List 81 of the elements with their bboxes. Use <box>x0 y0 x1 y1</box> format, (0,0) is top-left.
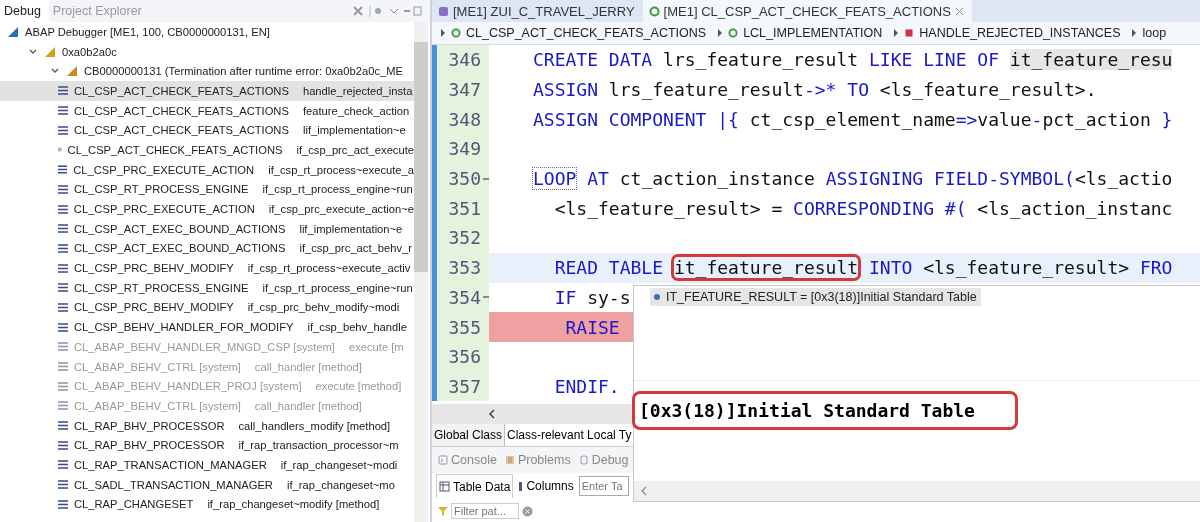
stack-frame-item[interactable]: CL_CSP_RT_PROCESS_ENGINE if_csp_rt_process_engine~run <box>0 179 414 200</box>
clear-icon[interactable] <box>522 505 533 517</box>
line-number: 354 <box>447 286 482 308</box>
line-number: 351 <box>447 197 482 219</box>
stack-frame-item[interactable]: CL_CSP_ACT_CHECK_FEATS_ACTIONS handle_rejected_insta <box>0 81 414 101</box>
line-number: 353 <box>447 257 482 279</box>
code-line: LOOP AT ct_action_instance ASSIGNING FIELD-SYMBOL(<ls_actio <box>533 168 1173 190</box>
class-icon <box>648 5 660 17</box>
line-number: 348 <box>447 108 482 130</box>
tree-node-label[interactable]: CB0000000131 (Termination after runtime error: 0xa0b2a0c_ME <box>84 65 404 78</box>
code-line: IF sy-s <box>553 286 631 308</box>
breadcrumb-separator-icon <box>440 29 446 37</box>
stack-frame-item[interactable]: CL_CSP_PRC_EXECUTE_ACTION if_csp_rt_process~execute_a <box>0 159 414 180</box>
tree-node-label[interactable]: ABAP Debugger [ME1, 100, CB0000000131, EN] <box>25 25 270 38</box>
console-icon <box>438 455 448 466</box>
bug-icon <box>578 455 589 466</box>
problems-icon <box>504 455 515 466</box>
class-tab[interactable]: Global Class <box>432 424 506 447</box>
line-number: 355 <box>447 316 482 338</box>
line-number: 352 <box>447 227 482 249</box>
breadcrumb-item[interactable]: LCL_IMPLEMENTATION <box>743 26 883 40</box>
line-number: 347 <box>447 79 482 101</box>
table-name-field[interactable]: Enter Ta <box>578 476 629 497</box>
stack-frame-item[interactable]: CL_CSP_PRC_BEHV_MODIFY if_csp_rt_process~execute_activ <box>0 258 414 278</box>
view-toolbar-icon[interactable] <box>352 4 422 18</box>
code-line: ASSIGN COMPONENT |{ ct_csp_element_name=>value-pct_action } <box>533 108 1173 130</box>
line-number: 349 <box>447 138 482 160</box>
stack-frame-item[interactable]: CL_CSP_ACT_EXEC_BOUND_ACTIONS if_csp_prc_act_behv_r <box>0 238 414 259</box>
code-line: ASSIGN lrs_feature_result->* TO <ls_feature_result>. <box>533 79 1097 101</box>
code-line: CREATE DATA lrs_feature_result LIKE LINE OF it_feature_resu <box>533 49 1173 71</box>
breadcrumb-separator-icon <box>893 29 900 37</box>
stack-frame-item[interactable]: CL_RAP_BHV_PROCESSOR call_handlers_modify [method] <box>0 415 414 436</box>
stack-frame-item[interactable]: CL_RAP_TRANSACTION_MANAGER if_rap_changeset~modi <box>0 455 414 475</box>
scroll-left-icon[interactable] <box>488 409 496 420</box>
view-tab[interactable]: Debug <box>0 0 49 22</box>
breadcrumb-item[interactable]: loop <box>1142 26 1167 40</box>
variable-value-item[interactable]: IT_FEATURE_RESULT = [0x3(18)]Initial Standard Table <box>650 288 981 306</box>
stack-frame-item[interactable]: CL_CSP_ACT_CHECK_FEATS_ACTIONS if_csp_prc_act_execute <box>0 140 414 160</box>
stack-frame-item[interactable]: CL_SADL_TRANSACTION_MANAGER if_rap_changeset~mo <box>0 474 414 495</box>
panel-subtab[interactable]: Columns <box>516 474 576 499</box>
code-line: ENDIF. <box>553 375 620 397</box>
code-line: RAISE <box>564 316 620 338</box>
stack-frame-item[interactable]: CL_RAP_BHV_PROCESSOR if_rap_transaction_processor~m <box>0 435 414 456</box>
line-number: 356 <box>447 346 482 368</box>
filter-field[interactable]: Filter pat... <box>451 503 519 520</box>
behavior-icon <box>438 5 449 17</box>
column-icon <box>518 480 524 492</box>
method-icon <box>904 28 915 38</box>
code-line: <ls_feature_result> = CORRESPONDING #( <ls_action_instanc <box>553 197 1173 219</box>
stack-frame-item[interactable]: CL_CSP_PRC_BEHV_MODIFY if_csp_prc_behv_modify~modi <box>0 297 414 318</box>
stack-frame-item[interactable]: CL_CSP_BEHV_HANDLER_FOR_MODIFY if_csp_behv_handle <box>0 317 414 337</box>
editor-tab[interactable]: [ME1] CL_CSP_ACT_CHECK_FEATS_ACTIONS <box>642 0 972 22</box>
stack-frame-item[interactable]: CL_CSP_ACT_EXEC_BOUND_ACTIONS lif_implementation~e <box>0 218 414 239</box>
scrollbar[interactable] <box>634 481 1200 501</box>
line-number: 350 <box>447 168 482 190</box>
variable-value-text: [0x3(18)]Initial Standard Table <box>632 391 1018 430</box>
editor-tab[interactable]: [ME1] ZUI_C_TRAVEL_JERRY <box>432 0 643 22</box>
class-icon <box>728 28 739 38</box>
breadcrumb-item[interactable]: HANDLE_REJECTED_INSTANCES <box>919 26 1121 40</box>
table-icon <box>439 481 450 493</box>
variable-icon <box>654 294 660 300</box>
breadcrumb-item[interactable]: CL_CSP_ACT_CHECK_FEATS_ACTIONS <box>466 26 707 40</box>
line-number: 346 <box>447 49 482 71</box>
breadcrumb-separator-icon <box>717 29 724 37</box>
scrollbar[interactable] <box>414 22 428 522</box>
code-line: READ TABLE it_feature_result INTO <ls_feature_result> FRO <box>533 257 1173 279</box>
stack-frame-item[interactable]: CL_CSP_ACT_CHECK_FEATS_ACTIONS lif_implementation~e <box>0 120 414 141</box>
panel-subtab[interactable]: Table Data <box>436 474 514 499</box>
close-icon[interactable] <box>954 6 964 16</box>
session-icon <box>65 64 79 79</box>
class-icon <box>451 28 461 38</box>
fold-icon[interactable] <box>483 177 489 180</box>
line-number: 357 <box>447 375 482 397</box>
stack-frame-item[interactable]: CL_CSP_PRC_EXECUTE_ACTION if_csp_prc_execute_action~e <box>0 199 414 219</box>
breadcrumb-separator-icon <box>1131 29 1138 37</box>
filter-icon <box>438 506 448 517</box>
fold-icon[interactable] <box>483 296 489 299</box>
stack-frame-item[interactable]: CL_CSP_ACT_CHECK_FEATS_ACTIONS feature_check_action <box>0 100 414 121</box>
stack-frame-item[interactable]: CL_CSP_RT_PROCESS_ENGINE if_csp_rt_process_engine~run <box>0 277 414 298</box>
stack-frame-item[interactable]: CL_RAP_CHANGESET if_rap_changeset~modify [method] <box>0 494 414 515</box>
tree-node-label[interactable]: 0xa0b2a0c <box>62 45 117 58</box>
